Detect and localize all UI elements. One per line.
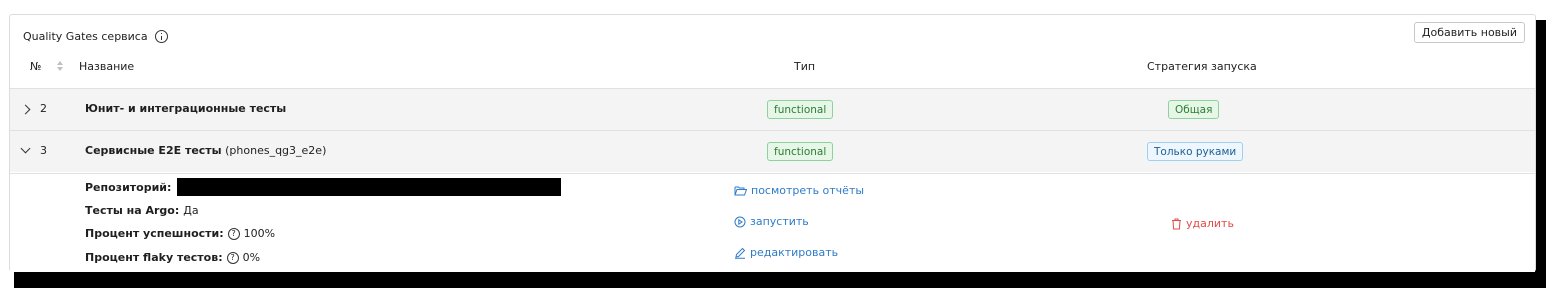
- delete-label: удалить: [1186, 217, 1234, 230]
- column-type: Тип: [794, 60, 816, 73]
- flaky-row: Процент flaky тестов: ? 0%: [85, 251, 260, 264]
- question-icon[interactable]: ?: [226, 251, 239, 264]
- question-icon[interactable]: ?: [227, 227, 240, 240]
- row-name: Сервисные E2E тесты: [85, 144, 222, 157]
- type-tag: functional: [767, 142, 834, 161]
- argo-label: Тесты на Argo:: [85, 204, 180, 217]
- row-name-suffix: (phones_qg3_e2e): [225, 144, 327, 157]
- edit-label: редактировать: [750, 246, 839, 259]
- row-name: Юнит- и интеграционные тесты: [85, 102, 287, 115]
- quality-gates-panel: Quality Gates сервиса Добавить новый № Н…: [9, 14, 1536, 272]
- column-strategy: Стратегия запуска: [1147, 60, 1257, 73]
- add-new-button[interactable]: Добавить новый: [1413, 22, 1525, 43]
- delete-link[interactable]: удалить: [1171, 217, 1234, 230]
- edit-link[interactable]: редактировать: [734, 246, 838, 259]
- folder-open-icon: [734, 186, 747, 196]
- row-name-group: Сервисные E2E тесты (phones_qg3_e2e): [85, 144, 326, 157]
- column-name: Название: [79, 60, 135, 73]
- argo-value: Да: [183, 204, 199, 217]
- table-row[interactable]: 2 Юнит- и интеграционные тесты functiona…: [10, 88, 1535, 130]
- run-label: запустить: [750, 215, 809, 228]
- column-number[interactable]: №: [30, 60, 41, 73]
- panel-title: Quality Gates сервиса: [23, 29, 148, 43]
- flaky-value: 0%: [242, 251, 261, 264]
- strategy-tag: Общая: [1168, 100, 1220, 119]
- row-number: 2: [40, 102, 47, 115]
- redacted-repo-value: [177, 178, 562, 196]
- success-label: Процент успешности:: [85, 227, 224, 240]
- table-row[interactable]: 3 Сервисные E2E тесты (phones_qg3_e2e) f…: [10, 130, 1535, 172]
- repo-label: Репозиторий:: [85, 180, 172, 194]
- repo-row: Репозиторий:: [85, 178, 562, 196]
- run-link[interactable]: запустить: [734, 215, 809, 228]
- sort-icon[interactable]: [56, 60, 64, 72]
- success-value: 100%: [243, 227, 276, 240]
- view-reports-link[interactable]: посмотреть отчёты: [734, 184, 864, 197]
- chevron-down-icon[interactable]: [20, 143, 31, 154]
- trash-icon: [1172, 218, 1181, 229]
- play-circle-icon: [734, 216, 746, 227]
- success-row: Процент успешности: ? 100%: [85, 227, 275, 240]
- argo-row: Тесты на Argo: Да: [85, 204, 199, 217]
- type-tag: functional: [767, 100, 834, 119]
- chevron-right-icon[interactable]: [20, 104, 31, 115]
- table-header: № Название Тип Стратегия запуска: [10, 55, 1535, 81]
- info-icon[interactable]: [154, 29, 168, 43]
- view-reports-label: посмотреть отчёты: [751, 184, 865, 197]
- pencil-icon: [735, 247, 746, 259]
- strategy-tag: Только руками: [1147, 142, 1244, 161]
- flaky-label: Процент flaky тестов:: [85, 251, 223, 264]
- row-number: 3: [40, 144, 47, 157]
- expanded-details: Репозиторий: Тесты на Argo: Да Процент у…: [10, 173, 1535, 272]
- panel-header: Quality Gates сервиса: [23, 26, 168, 46]
